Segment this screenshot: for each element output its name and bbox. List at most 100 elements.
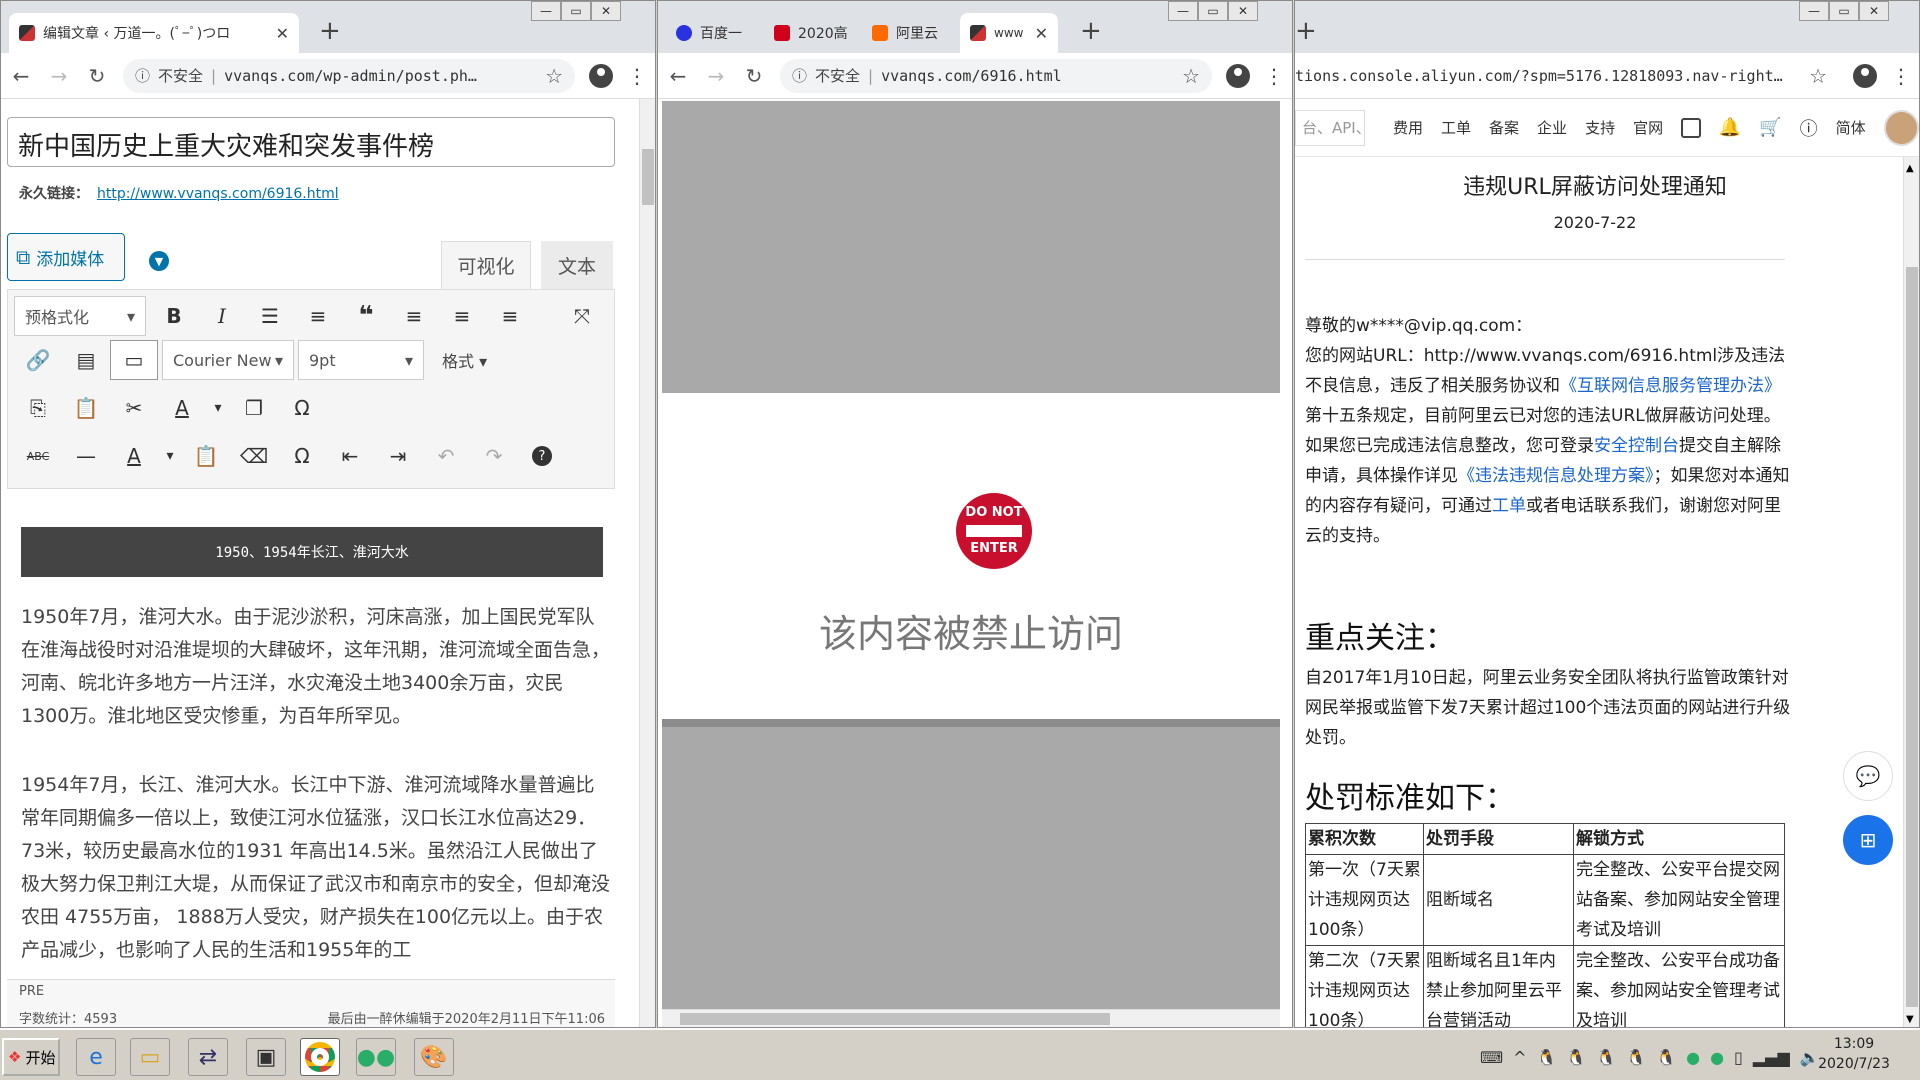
chevron-up-icon[interactable]: ^: [1513, 1048, 1526, 1067]
profile-icon[interactable]: [1853, 63, 1877, 88]
close-tab-icon[interactable]: ✕: [276, 24, 289, 43]
devices-icon[interactable]: ▯: [1734, 1048, 1743, 1067]
chrome-icon[interactable]: [300, 1038, 340, 1076]
plugin-dropdown-icon[interactable]: ▼: [149, 251, 169, 271]
address-bar[interactable]: ⓘ 不安全 | vvanqs.com/wp-admin/post.ph… ☆: [123, 58, 575, 93]
scroll-thumb[interactable]: [1906, 267, 1918, 1007]
paint-icon[interactable]: 🎨: [414, 1038, 454, 1076]
close-window-icon[interactable]: ✕: [1859, 1, 1889, 21]
bookmark-star-icon[interactable]: ☆: [1182, 64, 1200, 88]
italic-icon[interactable]: I: [198, 296, 246, 336]
font-family-select[interactable]: Courier New ▾: [162, 340, 294, 380]
align-left-icon[interactable]: ≡: [390, 296, 438, 336]
signal-icon[interactable]: ▂▄▆: [1753, 1048, 1790, 1067]
security-console-link[interactable]: 安全控制台: [1594, 436, 1679, 456]
qq-icon[interactable]: 🐧: [1537, 1048, 1557, 1067]
fullscreen-icon[interactable]: ⤧: [558, 296, 606, 336]
avatar[interactable]: [1883, 109, 1919, 146]
nav-icp[interactable]: 备案: [1489, 117, 1519, 138]
scroll-thumb[interactable]: [642, 149, 654, 205]
add-media-button[interactable]: ⧉ 添加媒体: [7, 233, 125, 281]
menu-dots-icon[interactable]: ⋮: [1264, 64, 1284, 88]
qq-icon[interactable]: 🐧: [1626, 1048, 1646, 1067]
page-scrollbar[interactable]: ▲ ▼: [1903, 157, 1919, 1027]
profile-icon[interactable]: [1226, 63, 1250, 88]
minimize-icon[interactable]: —: [531, 1, 561, 21]
paste-text-icon[interactable]: 📋: [182, 436, 230, 476]
chat-icon[interactable]: 💬: [1843, 751, 1893, 801]
horizontal-line-icon[interactable]: —: [62, 436, 110, 476]
blockquote-icon[interactable]: ❝: [342, 296, 390, 336]
help-circle-icon[interactable]: ⓘ: [1800, 115, 1818, 141]
horizontal-scrollbar[interactable]: [662, 1009, 1280, 1027]
font-size-select[interactable]: 9pt ▾: [298, 340, 424, 380]
minimize-icon[interactable]: —: [1799, 1, 1829, 21]
editor-content[interactable]: 1950、1954年长江、淮河大水 1950年7月，淮河大水。由于泥沙淤积，河床…: [7, 491, 615, 979]
bold-icon[interactable]: B: [150, 296, 198, 336]
info-icon[interactable]: ⓘ: [135, 65, 150, 86]
address-bar[interactable]: ⓘ 不安全 | vvanqs.com/6916.html ☆: [780, 58, 1212, 93]
undo-icon[interactable]: ↶: [422, 436, 470, 476]
wechat-icon[interactable]: ●●: [356, 1038, 396, 1076]
scroll-down-icon[interactable]: ▼: [1906, 1014, 1914, 1025]
minimize-icon[interactable]: —: [1168, 1, 1198, 21]
tab-vvanqs[interactable]: www ✕: [960, 13, 1058, 53]
read-more-icon[interactable]: ▤: [62, 340, 110, 380]
close-tab-icon[interactable]: ✕: [1035, 24, 1048, 43]
handling-plan-link[interactable]: 《违法违规信息处理方案》: [1458, 466, 1654, 486]
forward-icon[interactable]: →: [704, 64, 728, 88]
nav-ticket[interactable]: 工单: [1441, 117, 1471, 138]
terminal-icon[interactable]: [1681, 117, 1701, 138]
strikethrough-icon[interactable]: ABC: [14, 436, 62, 476]
scroll-thumb[interactable]: [680, 1013, 1110, 1025]
permalink-link[interactable]: http://www.vvanqs.com/6916.html: [97, 186, 339, 202]
maximize-icon[interactable]: ▭: [1829, 1, 1859, 21]
remote-desktop-icon[interactable]: ▣: [246, 1038, 286, 1076]
maximize-icon[interactable]: ▭: [1198, 1, 1228, 21]
align-right-icon[interactable]: ≡: [486, 296, 534, 336]
text-color-icon[interactable]: A: [110, 436, 158, 476]
tab-aliyun[interactable]: 阿里云: [862, 13, 960, 53]
special-char-icon[interactable]: Ω: [278, 388, 326, 428]
bookmark-star-icon[interactable]: ☆: [1809, 64, 1827, 88]
scroll-up-icon[interactable]: ▲: [1906, 163, 1914, 174]
back-icon[interactable]: ←: [666, 64, 690, 88]
ticket-link[interactable]: 工单: [1492, 496, 1526, 516]
qq-icon[interactable]: 🐧: [1596, 1048, 1616, 1067]
keyboard-icon[interactable]: ⌨: [1480, 1048, 1503, 1067]
nav-support[interactable]: 支持: [1585, 117, 1615, 138]
wechat-tray-icon[interactable]: ●: [1710, 1048, 1724, 1067]
info-icon[interactable]: ⓘ: [792, 65, 807, 86]
indent-icon[interactable]: ⇥: [374, 436, 422, 476]
chevron-down-icon[interactable]: ▾: [206, 388, 230, 428]
reload-icon[interactable]: ↻: [85, 64, 109, 88]
bullet-list-icon[interactable]: ☰: [246, 296, 294, 336]
align-center-icon[interactable]: ≡: [438, 296, 486, 336]
rule-link[interactable]: 《互联网信息服务管理办法》: [1560, 376, 1781, 396]
tab-baidu[interactable]: 百度一: [666, 13, 764, 53]
tab-visual[interactable]: 可视化: [441, 241, 531, 289]
format-select[interactable]: 预格式化 ▾: [14, 296, 146, 336]
reload-icon[interactable]: ↻: [742, 64, 766, 88]
page-scrollbar[interactable]: [639, 99, 655, 1027]
new-tab-button[interactable]: +: [1295, 17, 1317, 45]
close-window-icon[interactable]: ✕: [1228, 1, 1258, 21]
back-icon[interactable]: ←: [9, 64, 33, 88]
maximize-icon[interactable]: ▭: [561, 1, 591, 21]
wechat-tray-icon[interactable]: ●: [1686, 1048, 1700, 1067]
folder-icon[interactable]: ▭: [130, 1038, 170, 1076]
apps-grid-icon[interactable]: ⊞: [1843, 815, 1893, 865]
network-icon[interactable]: ⇄: [188, 1038, 228, 1076]
console-search-input[interactable]: 台、API、: [1295, 109, 1371, 146]
nav-language[interactable]: 简体: [1836, 117, 1866, 138]
cut-icon[interactable]: ✂: [110, 388, 158, 428]
close-window-icon[interactable]: ✕: [591, 1, 621, 21]
tab-text[interactable]: 文本: [541, 241, 613, 289]
clear-format-icon[interactable]: ⌫: [230, 436, 278, 476]
help-icon[interactable]: ?: [518, 436, 566, 476]
nav-billing[interactable]: 费用: [1393, 117, 1423, 138]
omega-icon[interactable]: Ω: [278, 436, 326, 476]
nav-enterprise[interactable]: 企业: [1537, 117, 1567, 138]
qq-icon[interactable]: 🐧: [1566, 1048, 1586, 1067]
menu-dots-icon[interactable]: ⋮: [1891, 64, 1911, 88]
